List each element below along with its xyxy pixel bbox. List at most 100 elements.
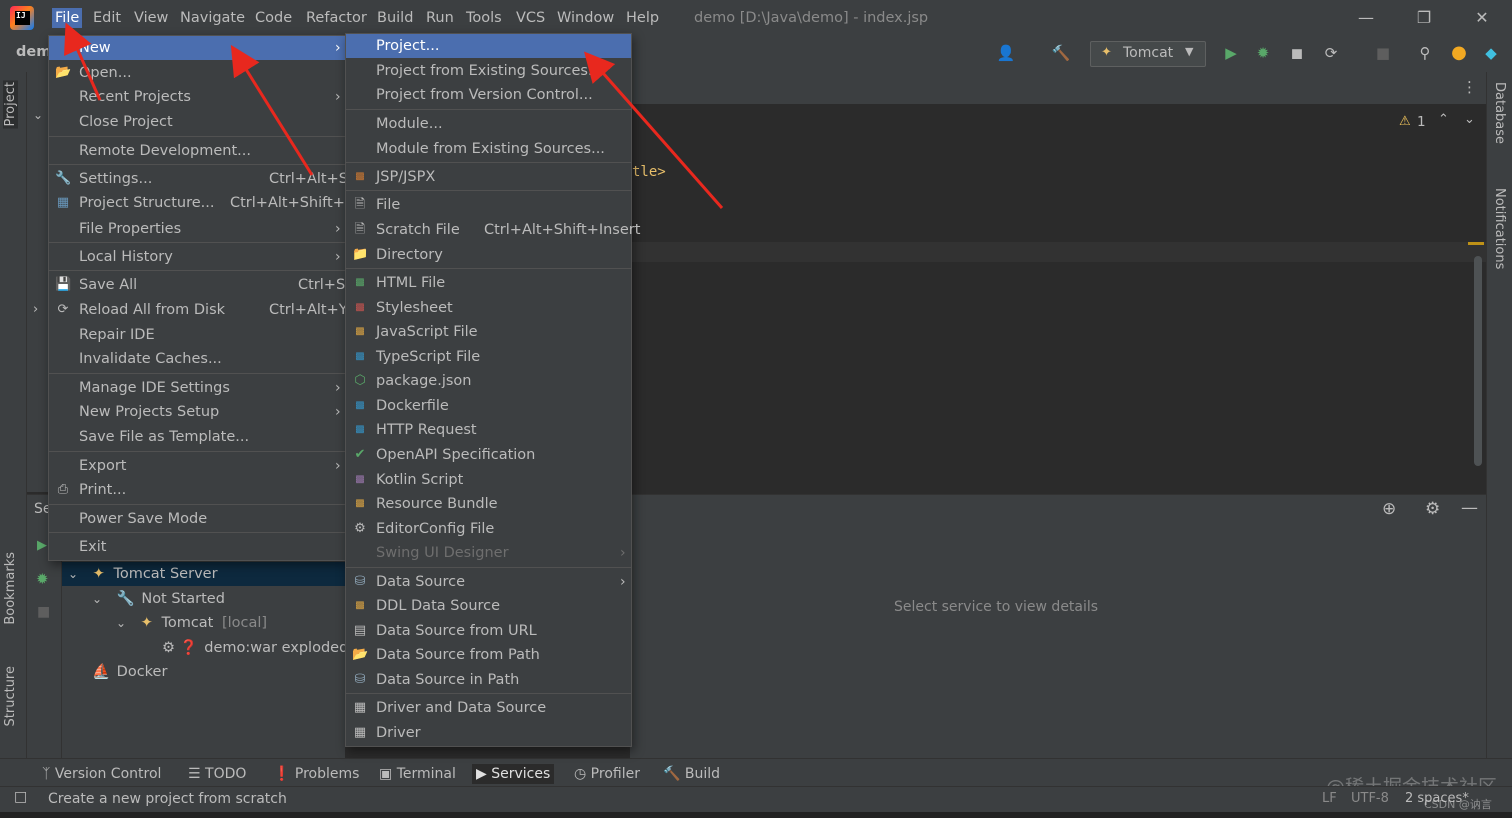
tree-item-not-started[interactable]: ⌄ 🔧 Not Started xyxy=(92,587,225,611)
file-encoding[interactable]: UTF-8 xyxy=(1351,789,1389,809)
menu-item-save-all[interactable]: 💾 Save All Ctrl+S xyxy=(49,273,346,297)
menu-window[interactable]: Window xyxy=(554,8,617,28)
menu-vcs[interactable]: VCS xyxy=(513,8,548,28)
new-item-driver-and-data-source[interactable]: ▦ Driver and Data Source xyxy=(346,696,631,720)
menu-item-file-properties[interactable]: File Properties › xyxy=(49,217,346,241)
menu-code[interactable]: Code xyxy=(252,8,295,28)
new-item-module-existing[interactable]: Module from Existing Sources... xyxy=(346,137,631,161)
minimize-icon[interactable]: — xyxy=(1354,6,1378,30)
menu-run[interactable]: Run xyxy=(423,8,457,28)
menu-item-settings[interactable]: 🔧 Settings... Ctrl+Alt+S xyxy=(49,167,348,191)
menu-item-local-history[interactable]: Local History › xyxy=(49,245,346,269)
services-stop-icon[interactable]: ■ xyxy=(37,604,50,620)
line-separator[interactable]: LF xyxy=(1322,789,1337,809)
warning-icon[interactable]: ⚠ xyxy=(1399,114,1411,129)
new-item-jsp[interactable]: ▩ JSP/JSPX xyxy=(346,165,631,189)
new-item-scratch-file[interactable]: 🗎 Scratch File Ctrl+Alt+Shift+Insert xyxy=(346,218,641,242)
run-config-selector[interactable]: ✦ Tomcat ▼ xyxy=(1090,41,1206,67)
new-item-openapi[interactable]: ✔ OpenAPI Specification xyxy=(346,443,631,467)
profile-icon[interactable]: ⟳ xyxy=(1320,42,1342,64)
stop-icon[interactable]: ■ xyxy=(1372,42,1394,64)
new-item-data-source-url[interactable]: ▤ Data Source from URL xyxy=(346,619,631,643)
menu-help[interactable]: Help xyxy=(623,8,662,28)
new-item-kotlin-script[interactable]: ▩ Kotlin Script xyxy=(346,468,631,492)
menu-view[interactable]: View xyxy=(131,8,171,28)
menu-item-remote-development[interactable]: Remote Development... xyxy=(49,139,346,163)
tab-profiler[interactable]: ◷ Profiler xyxy=(570,764,644,784)
services-run-icon[interactable]: ▶ xyxy=(37,538,47,553)
debug-icon[interactable]: ✹ xyxy=(1252,42,1274,64)
new-item-data-source-path[interactable]: 📂 Data Source from Path xyxy=(346,643,631,667)
new-item-html-file[interactable]: ▩ HTML File xyxy=(346,271,631,295)
menu-item-exit[interactable]: Exit xyxy=(49,535,346,559)
new-item-data-source[interactable]: ⛁ Data Source › xyxy=(346,570,631,594)
chevron-down-icon[interactable]: ⌄ xyxy=(116,616,126,630)
toggle-tool-windows-icon[interactable]: □ xyxy=(14,789,27,805)
warning-stripe-marker[interactable] xyxy=(1468,242,1484,245)
menu-refactor[interactable]: Refactor xyxy=(303,8,370,28)
build-hammer-icon[interactable]: 🔨 xyxy=(1050,42,1072,64)
new-item-stylesheet[interactable]: ▩ Stylesheet xyxy=(346,296,631,320)
collapse-chevron-icon[interactable]: ⌄ xyxy=(33,108,43,122)
tab-version-control[interactable]: ᛉ Version Control xyxy=(38,764,165,784)
hide-panel-icon[interactable]: — xyxy=(1461,498,1478,518)
menu-navigate[interactable]: Navigate xyxy=(177,8,248,28)
gear-icon[interactable]: ⚙ xyxy=(1425,499,1440,519)
structure-tool-tab[interactable]: Structure xyxy=(3,666,18,726)
tree-item-artifact[interactable]: ⚙ ❓ demo:war exploded xyxy=(162,636,348,660)
menu-item-power-save-mode[interactable]: Power Save Mode xyxy=(49,507,346,531)
new-item-ddl-data-source[interactable]: ▩ DDL Data Source xyxy=(346,594,631,618)
bookmarks-tool-tab[interactable]: Bookmarks xyxy=(3,552,18,625)
new-item-dockerfile[interactable]: ▩ Dockerfile xyxy=(346,394,631,418)
next-highlight-icon[interactable]: ⌄ xyxy=(1464,112,1475,127)
editor-scrollbar[interactable] xyxy=(1474,256,1482,466)
menu-item-manage-ide-settings[interactable]: Manage IDE Settings › xyxy=(49,376,346,400)
menu-item-invalidate-caches[interactable]: Invalidate Caches... xyxy=(49,347,346,371)
menu-file[interactable]: File xyxy=(52,8,83,28)
tab-build[interactable]: 🔨 Build xyxy=(659,764,724,784)
new-item-data-source-in-path[interactable]: ⛁ Data Source in Path xyxy=(346,668,631,692)
new-item-resource-bundle[interactable]: ▩ Resource Bundle xyxy=(346,492,631,516)
database-tool-tab[interactable]: Database xyxy=(1492,82,1507,144)
menu-item-new-projects-setup[interactable]: New Projects Setup › xyxy=(49,400,346,424)
menu-build[interactable]: Build xyxy=(374,8,416,28)
tree-item-docker[interactable]: ⛵ Docker xyxy=(92,660,167,684)
search-icon[interactable]: ⚲ xyxy=(1414,42,1436,64)
menu-item-close-project[interactable]: Close Project xyxy=(49,110,346,134)
project-tool-tab[interactable]: Project xyxy=(3,80,18,129)
menu-item-project-structure[interactable]: ▦ Project Structure... Ctrl+Alt+Shift+S xyxy=(49,191,354,215)
tree-item-tomcat-local[interactable]: ⌄ ✦ Tomcat [local] xyxy=(116,611,267,635)
menu-item-new[interactable]: New › xyxy=(49,36,346,60)
expand-chevron-icon[interactable]: › xyxy=(33,302,38,317)
more-vertical-icon[interactable]: ⋮ xyxy=(1462,78,1477,96)
new-item-project[interactable]: Project... xyxy=(346,34,631,58)
intellij-logo-icon[interactable]: IJ xyxy=(10,6,34,30)
new-item-directory[interactable]: 📁 Directory xyxy=(346,243,631,267)
run-icon[interactable]: ▶ xyxy=(1220,42,1242,64)
user-icon[interactable]: 👤 xyxy=(995,42,1017,64)
menu-item-recent-projects[interactable]: Recent Projects › xyxy=(49,85,346,109)
chevron-down-icon[interactable]: ⌄ xyxy=(92,592,102,606)
close-icon[interactable]: ✕ xyxy=(1470,6,1494,30)
new-item-editorconfig[interactable]: ⚙ EditorConfig File xyxy=(346,517,631,541)
new-item-typescript-file[interactable]: ▩ TypeScript File xyxy=(346,345,631,369)
menu-item-reload-all[interactable]: ⟳ Reload All from Disk Ctrl+Alt+Y xyxy=(49,298,348,322)
target-icon[interactable]: ⊕ xyxy=(1382,499,1396,519)
new-item-project-vcs[interactable]: Project from Version Control... xyxy=(346,83,631,107)
menu-item-repair-ide[interactable]: Repair IDE xyxy=(49,323,346,347)
menu-edit[interactable]: Edit xyxy=(90,8,124,28)
tab-problems[interactable]: ❗ Problems xyxy=(269,764,363,784)
tab-todo[interactable]: ☰ TODO xyxy=(184,764,250,784)
new-item-driver[interactable]: ▦ Driver xyxy=(346,721,631,745)
notifications-tool-tab[interactable]: Notifications xyxy=(1492,188,1507,269)
menu-tools[interactable]: Tools xyxy=(463,8,505,28)
new-item-javascript-file[interactable]: ▩ JavaScript File xyxy=(346,320,631,344)
new-item-project-existing[interactable]: Project from Existing Sources... xyxy=(346,59,631,83)
menu-item-export[interactable]: Export › xyxy=(49,454,346,478)
new-item-http-request[interactable]: ▩ HTTP Request xyxy=(346,418,631,442)
coverage-icon[interactable]: ◼ xyxy=(1286,42,1308,64)
code-editor[interactable] xyxy=(630,104,1486,494)
menu-item-open[interactable]: 📂 Open... xyxy=(49,61,346,85)
prev-highlight-icon[interactable]: ⌃ xyxy=(1438,112,1449,127)
menu-item-save-file-as-template[interactable]: Save File as Template... xyxy=(49,425,346,449)
